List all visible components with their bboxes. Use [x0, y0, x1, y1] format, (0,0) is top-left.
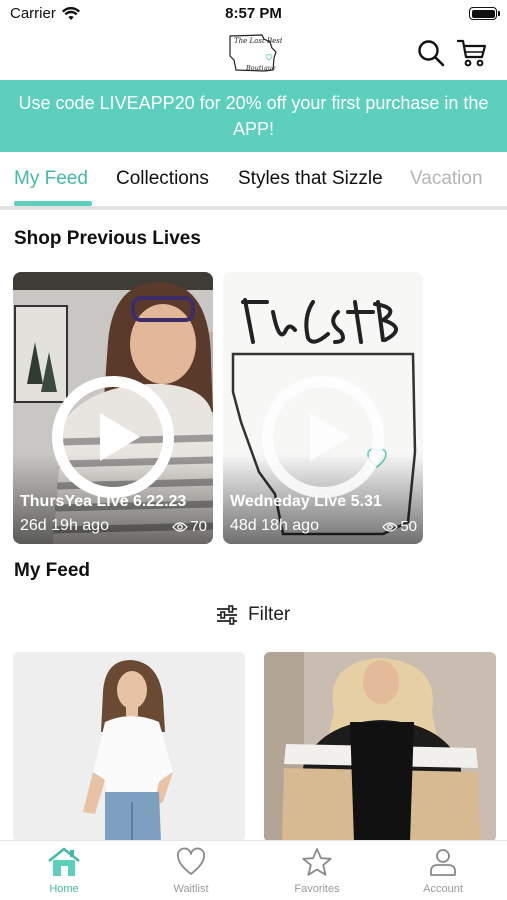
- category-tabs: My Feed Collections Styles that Sizzle V…: [0, 152, 507, 208]
- boutique-logo[interactable]: The Last Best Boutique: [224, 30, 282, 76]
- nav-item-waitlist[interactable]: Waitlist: [146, 847, 236, 895]
- live-views-count: 50: [400, 518, 417, 535]
- live-title: Wedneday Live 5.31: [230, 493, 382, 510]
- bottom-nav: Home Waitlist Favorites Account: [0, 840, 507, 900]
- play-icon[interactable]: [52, 376, 174, 498]
- filter-button[interactable]: Filter: [216, 604, 290, 626]
- filter-label: Filter: [248, 604, 291, 625]
- live-views: 70: [172, 518, 207, 535]
- product-card[interactable]: [13, 652, 245, 842]
- tabs-divider: [0, 206, 507, 210]
- nav-item-home[interactable]: Home: [19, 847, 109, 895]
- eye-icon: [382, 521, 399, 532]
- product-image: [264, 652, 496, 842]
- live-age: 48d 18h ago: [230, 517, 319, 534]
- product-card[interactable]: [264, 652, 496, 842]
- nav-label-favorites: Favorites: [294, 883, 340, 895]
- status-time: 8:57 PM: [225, 5, 282, 22]
- live-views-count: 70: [190, 518, 207, 535]
- nav-label-home: Home: [49, 883, 79, 895]
- status-bar: Carrier 8:57 PM: [0, 0, 507, 28]
- search-icon[interactable]: [416, 38, 446, 68]
- battery-icon: [469, 7, 500, 20]
- nav-item-account[interactable]: Account: [398, 847, 488, 895]
- star-icon: [302, 848, 332, 876]
- home-icon: [48, 847, 80, 876]
- nav-label-waitlist: Waitlist: [173, 883, 209, 895]
- feed-title: My Feed: [14, 560, 91, 581]
- live-card[interactable]: ThursYea Live 6.22.23 26d 19h ago 70: [13, 272, 213, 544]
- heart-icon: [177, 847, 205, 875]
- sliders-icon: [217, 605, 237, 625]
- logo-text-top: The Last Best: [234, 37, 282, 45]
- live-title: ThursYea Live 6.22.23: [20, 493, 187, 510]
- cart-icon[interactable]: [457, 38, 487, 68]
- eye-icon: [172, 521, 189, 532]
- logo-text-bottom: Boutique: [245, 64, 276, 72]
- person-icon: [430, 849, 456, 876]
- live-age: 26d 19h ago: [20, 517, 109, 534]
- play-icon[interactable]: [262, 376, 384, 498]
- product-image: [13, 652, 245, 842]
- live-card[interactable]: Wedneday Live 5.31 48d 18h ago 50: [223, 272, 423, 544]
- live-views: 50: [382, 518, 417, 535]
- tab-vacation[interactable]: Vacation: [410, 168, 483, 190]
- app-header: The Last Best Boutique: [0, 28, 507, 80]
- previous-lives-title: Shop Previous Lives: [14, 228, 201, 249]
- nav-item-favorites[interactable]: Favorites: [272, 847, 362, 895]
- promo-banner[interactable]: Use code LIVEAPP20 for 20% off your firs…: [0, 80, 507, 152]
- tab-my-feed[interactable]: My Feed: [14, 168, 88, 190]
- tab-styles-that-sizzle[interactable]: Styles that Sizzle: [238, 168, 383, 190]
- tab-collections[interactable]: Collections: [116, 168, 209, 190]
- nav-label-account: Account: [423, 883, 463, 895]
